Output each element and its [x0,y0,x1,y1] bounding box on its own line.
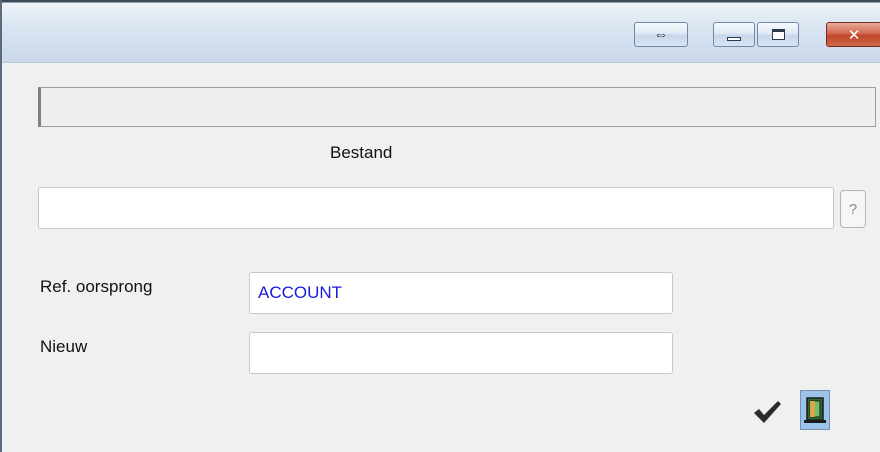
close-icon: ✕ [847,26,861,44]
ref-origin-input[interactable] [249,272,673,314]
confirm-button[interactable] [750,392,784,432]
resize-button[interactable]: ⇔ [634,22,688,47]
ref-origin-label: Ref. oorsprong [40,277,153,296]
new-input[interactable] [249,332,673,374]
new-label: Nieuw [40,337,88,356]
minimize-button[interactable] [713,22,755,47]
maximize-icon [771,29,785,40]
status-panel [38,87,876,127]
title-bar[interactable]: ⇔ ✕ [2,0,880,63]
section-title: Bestand [330,143,393,162]
minimize-icon [727,36,741,41]
dialog-window: ⇔ ✕ Bestand ? Ref. oorsprong Nieuw [0,0,880,452]
close-button[interactable]: ✕ [826,22,880,47]
file-input[interactable] [38,187,834,229]
double-arrow-icon: ⇔ [653,26,669,43]
exit-door-icon [804,397,826,423]
help-button-label: ? [848,200,858,218]
exit-button[interactable] [800,390,830,430]
maximize-button[interactable] [757,22,799,47]
help-button[interactable]: ? [840,190,866,228]
checkmark-icon [754,401,781,423]
